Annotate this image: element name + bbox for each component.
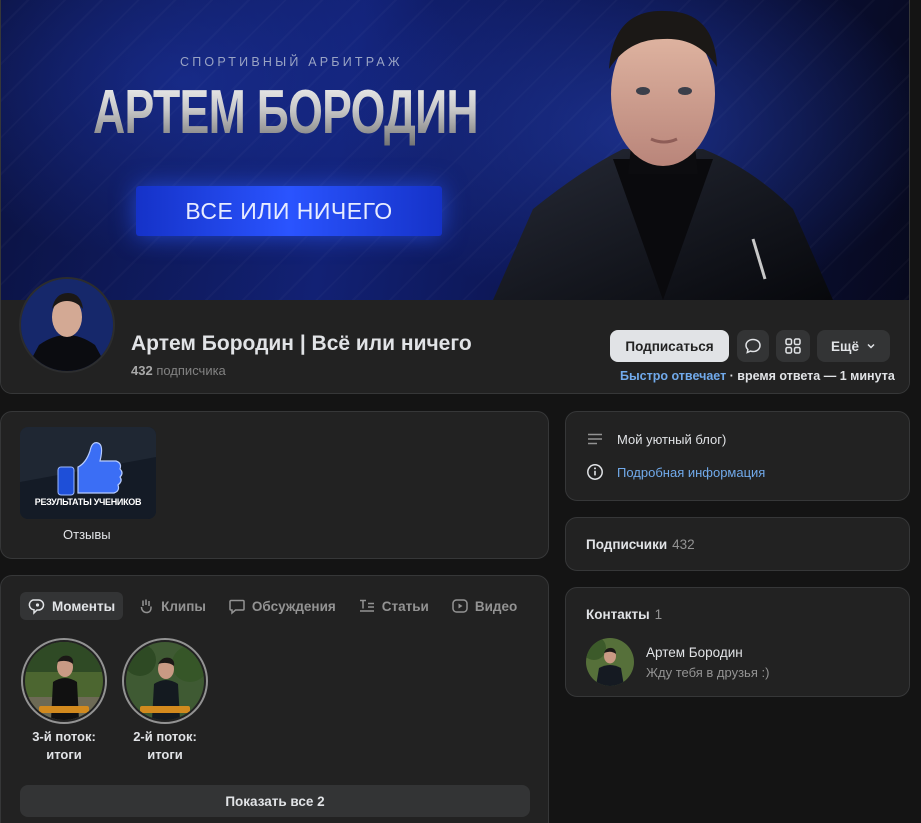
album-thumbnail[interactable]: РЕЗУЛЬТАТЫ УЧЕНИКОВ xyxy=(20,427,156,519)
chevron-down-icon xyxy=(866,341,876,351)
tab-articles[interactable]: Статьи xyxy=(350,592,437,620)
discussions-icon xyxy=(228,597,246,615)
chat-bubble-icon xyxy=(744,337,762,355)
reply-time-info: Быстро отвечает · время ответа — 1 минут… xyxy=(620,369,895,383)
contacts-count: 1 xyxy=(654,607,663,622)
show-all-button[interactable]: Показать все 2 xyxy=(20,785,530,817)
subscribers-title: Подписчики xyxy=(586,537,668,552)
community-description: Мой уютный блог) xyxy=(617,431,727,447)
cover-subtitle: СПОРТИВНЫЙ АРБИТРАЖ xyxy=(180,55,403,69)
about-block: Мой уютный блог) Подробная информация xyxy=(565,411,910,501)
tab-clips[interactable]: Клипы xyxy=(129,592,214,620)
clips-icon xyxy=(137,597,155,615)
tab-video[interactable]: Видео xyxy=(443,592,525,620)
moment-item[interactable]: 3-й поток: итоги xyxy=(21,638,107,764)
moments-icon xyxy=(28,597,46,615)
album-caption: Отзывы xyxy=(63,527,111,542)
more-button[interactable]: Ещё xyxy=(817,330,890,362)
page-title: Артем Бородин | Всё или ничего xyxy=(131,332,472,355)
contact-name[interactable]: Артем Бородин xyxy=(646,645,743,660)
contacts-block: Контакты 1 Артем Бородин Жду тебя в друзь… xyxy=(565,587,910,697)
cover-slogan: ВСЕ ИЛИ НИЧЕГО xyxy=(136,186,442,236)
grid-icon xyxy=(784,337,802,355)
moment-title: 3-й поток: итоги xyxy=(32,729,96,762)
followers-count[interactable]: 432 подписчика xyxy=(131,363,226,378)
text-lines-icon xyxy=(586,430,604,448)
moment-title: 2-й поток: итоги xyxy=(133,729,197,762)
cover-image: СПОРТИВНЫЙ АРБИТРАЖ АРТЕМ БОРОДИН ВСЕ ИЛ… xyxy=(1,0,909,300)
tab-moments[interactable]: Моменты xyxy=(20,592,124,620)
content-tabs: Моменты Клипы Обсуждения Статьи Видео xyxy=(20,592,531,622)
details-link[interactable]: Подробная информация xyxy=(617,465,765,480)
contacts-title[interactable]: Контакты xyxy=(586,607,650,622)
moment-thumbnail xyxy=(25,642,103,720)
album-badge: РЕЗУЛЬТАТЫ УЧЕНИКОВ xyxy=(34,497,142,507)
tab-discussions[interactable]: Обсуждения xyxy=(220,592,344,620)
apps-button[interactable] xyxy=(776,330,810,362)
info-icon xyxy=(586,463,604,481)
message-button[interactable] xyxy=(737,330,769,362)
contact-avatar[interactable] xyxy=(586,638,634,686)
description-row: Мой уютный блог) xyxy=(586,430,726,448)
moment-item[interactable]: 2-й поток: итоги xyxy=(122,638,208,764)
details-row[interactable]: Подробная информация xyxy=(586,463,765,481)
content-tabs-block: Моменты Клипы Обсуждения Статьи Видео 3-… xyxy=(0,575,549,823)
community-avatar[interactable] xyxy=(19,277,115,373)
subscribers-block[interactable]: Подписчики 432 xyxy=(565,517,910,571)
cover-person-photo xyxy=(493,10,833,300)
contact-description: Жду тебя в друзья :) xyxy=(646,665,770,680)
articles-icon xyxy=(358,597,376,615)
video-icon xyxy=(451,597,469,615)
subscribe-button[interactable]: Подписаться xyxy=(610,330,729,362)
subscribers-count: 432 xyxy=(672,537,695,552)
cover-name: АРТЕМ БОРОДИН xyxy=(93,78,479,147)
showcase-block: РЕЗУЛЬТАТЫ УЧЕНИКОВ Отзывы xyxy=(0,411,549,559)
moment-thumbnail xyxy=(126,642,204,720)
